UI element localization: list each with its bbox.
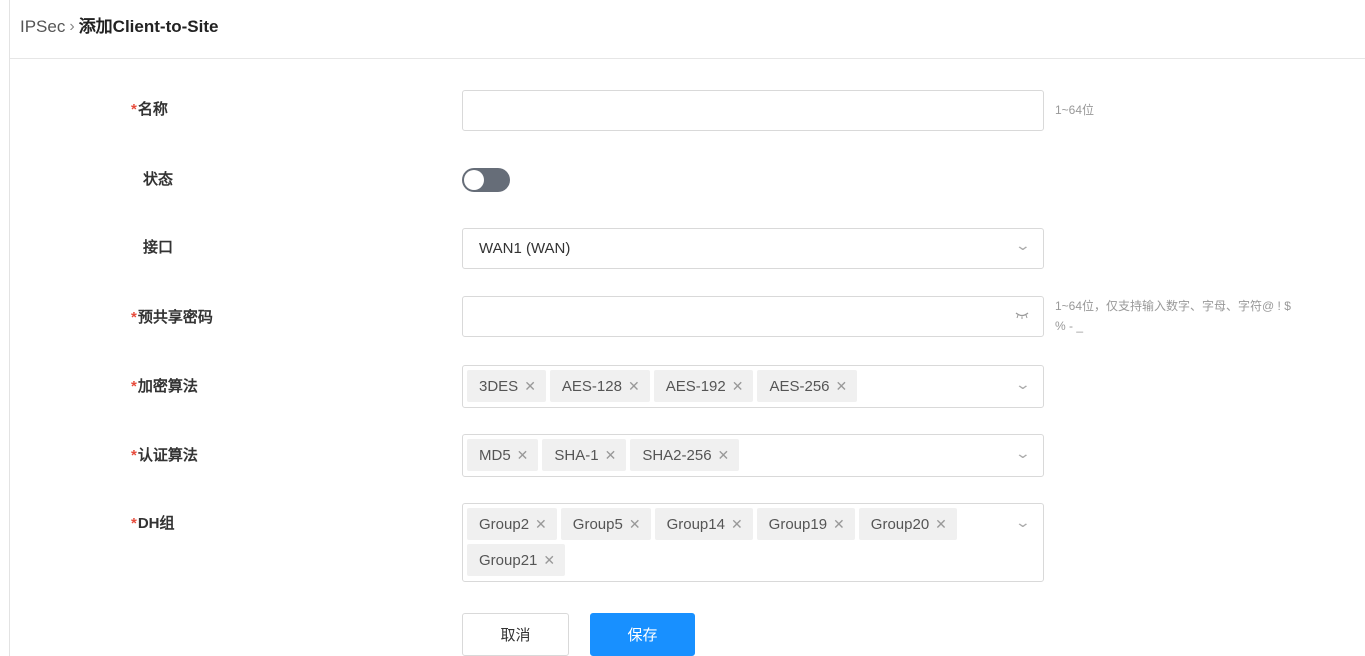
tag-label: Group14 bbox=[666, 515, 725, 533]
psk-hint-line2: % - _ bbox=[1055, 319, 1084, 333]
encryption-tags: 3DES ✕ AES-128 ✕ AES-192 ✕ AES-256 ✕ bbox=[467, 370, 997, 402]
cancel-button[interactable]: 取消 bbox=[462, 613, 569, 656]
close-icon[interactable]: ✕ bbox=[535, 516, 547, 533]
encryption-select[interactable]: 3DES ✕ AES-128 ✕ AES-192 ✕ AES-256 ✕ ⌄ bbox=[462, 365, 1044, 408]
tag-label: Group5 bbox=[572, 515, 623, 533]
tag-label: Group2 bbox=[479, 515, 530, 533]
page-title: 添加Client-to-Site bbox=[78, 17, 219, 36]
chevron-down-icon: ⌄ bbox=[1014, 514, 1032, 530]
interface-label: 接口 bbox=[143, 239, 174, 256]
close-icon[interactable]: ✕ bbox=[731, 516, 743, 533]
tag: Group2 ✕ bbox=[467, 508, 557, 540]
required-mark: * bbox=[131, 378, 137, 395]
tag: Group20 ✕ bbox=[858, 508, 957, 540]
status-label: 状态 bbox=[143, 171, 174, 188]
tag: 3DES ✕ bbox=[467, 370, 546, 402]
auth-tags: MD5 ✕ SHA-1 ✕ SHA2-256 ✕ bbox=[467, 439, 997, 471]
tag-label: AES-256 bbox=[769, 377, 830, 395]
tag-label: AES-192 bbox=[665, 377, 726, 395]
chevron-down-icon: ⌄ bbox=[1014, 445, 1032, 461]
auth-label: *认证算法 bbox=[131, 446, 198, 466]
tag-label: SHA-1 bbox=[554, 446, 599, 464]
close-icon[interactable]: ✕ bbox=[628, 378, 640, 395]
breadcrumb: IPSec › 添加Client-to-Site bbox=[20, 16, 218, 38]
close-icon[interactable]: ✕ bbox=[836, 378, 848, 395]
chevron-down-icon: ⌄ bbox=[1014, 376, 1032, 392]
toggle-knob bbox=[464, 170, 484, 190]
page-header: IPSec › 添加Client-to-Site bbox=[10, 0, 1365, 59]
frame-border bbox=[9, 0, 10, 656]
interface-select[interactable]: WAN1 (WAN) ⌄ bbox=[462, 228, 1044, 269]
tag: MD5 ✕ bbox=[467, 439, 539, 471]
required-mark: * bbox=[131, 447, 137, 464]
tag-label: Group21 bbox=[479, 551, 538, 569]
tag: Group19 ✕ bbox=[756, 508, 855, 540]
dh-label-text: DH组 bbox=[137, 515, 175, 532]
tag: AES-256 ✕ bbox=[757, 370, 858, 402]
dh-tags: Group2 ✕ Group5 ✕ Group14 ✕ Group19 ✕ Group2… bbox=[467, 508, 997, 576]
psk-label: *预共享密码 bbox=[131, 308, 213, 328]
psk-hint-line1: 1~64位，仅支持输入数字、字母、字符@ ! $ bbox=[1055, 299, 1291, 313]
psk-hint: 1~64位，仅支持输入数字、字母、字符@ ! $ % - _ bbox=[1055, 296, 1291, 336]
auth-select[interactable]: MD5 ✕ SHA-1 ✕ SHA2-256 ✕ ⌄ bbox=[462, 434, 1044, 477]
close-icon[interactable]: ✕ bbox=[543, 552, 555, 569]
tag-label: AES-128 bbox=[561, 377, 622, 395]
chevron-down-icon: ⌄ bbox=[1014, 237, 1032, 253]
close-icon[interactable]: ✕ bbox=[935, 516, 947, 533]
tag: Group5 ✕ bbox=[560, 508, 651, 540]
required-mark: * bbox=[131, 515, 137, 532]
close-icon[interactable]: ✕ bbox=[718, 447, 730, 464]
tag: AES-192 ✕ bbox=[653, 370, 754, 402]
close-icon[interactable]: ✕ bbox=[629, 516, 641, 533]
tag-label: Group20 bbox=[870, 515, 930, 533]
tag: Group21 ✕ bbox=[467, 544, 566, 576]
interface-select-value: WAN1 (WAN) bbox=[479, 240, 571, 257]
close-icon[interactable]: ✕ bbox=[833, 516, 845, 533]
tag-label: 3DES bbox=[479, 377, 519, 395]
name-label-text: 名称 bbox=[137, 101, 168, 118]
breadcrumb-root[interactable]: IPSec bbox=[20, 16, 65, 38]
tag: SHA-1 ✕ bbox=[542, 439, 627, 471]
tag-label: Group19 bbox=[768, 515, 828, 533]
breadcrumb-separator-icon: › bbox=[69, 18, 75, 35]
tag-label: MD5 bbox=[479, 446, 511, 464]
encryption-label: *加密算法 bbox=[131, 377, 198, 397]
required-mark: * bbox=[131, 101, 137, 118]
tag: SHA2-256 ✕ bbox=[630, 439, 740, 471]
psk-input[interactable] bbox=[462, 296, 1044, 337]
tag-label: SHA2-256 bbox=[642, 446, 712, 464]
auth-label-text: 认证算法 bbox=[137, 447, 198, 464]
close-icon[interactable]: ✕ bbox=[524, 378, 536, 395]
close-icon[interactable]: ✕ bbox=[605, 447, 617, 464]
dh-label: *DH组 bbox=[131, 514, 175, 534]
name-hint: 1~64位 bbox=[1055, 103, 1095, 117]
name-label: *名称 bbox=[131, 100, 168, 120]
tag: Group14 ✕ bbox=[654, 508, 753, 540]
save-button[interactable]: 保存 bbox=[590, 613, 695, 656]
encryption-label-text: 加密算法 bbox=[137, 378, 198, 395]
close-icon[interactable]: ✕ bbox=[732, 378, 744, 395]
dh-select[interactable]: Group2 ✕ Group5 ✕ Group14 ✕ Group19 ✕ Group2… bbox=[462, 503, 1044, 582]
close-icon[interactable]: ✕ bbox=[517, 447, 529, 464]
eye-closed-icon[interactable] bbox=[1015, 307, 1029, 325]
status-toggle[interactable] bbox=[462, 168, 510, 192]
psk-label-text: 预共享密码 bbox=[137, 309, 213, 326]
name-input[interactable] bbox=[462, 90, 1044, 131]
tag: AES-128 ✕ bbox=[549, 370, 650, 402]
required-mark: * bbox=[131, 309, 137, 326]
